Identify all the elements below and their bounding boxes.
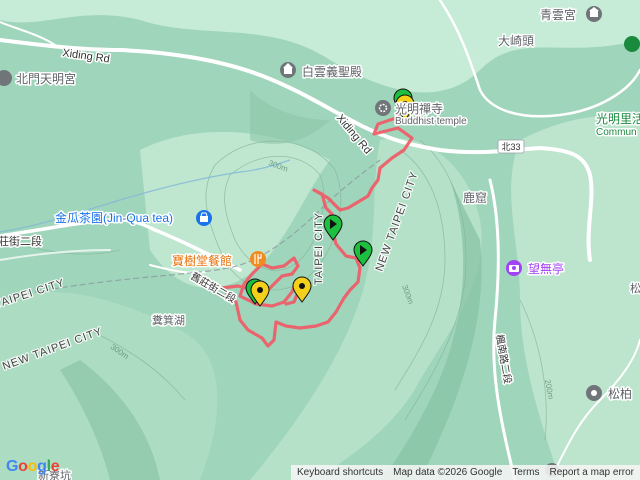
label-jiuzhuang-west: 莊街二段: [0, 234, 42, 248]
label-taipei-vertical: TAIPEI CITY: [313, 212, 325, 285]
pavilion-icon[interactable]: [506, 260, 522, 276]
guangming-temple-icon[interactable]: [375, 100, 391, 116]
keyboard-shortcuts-link[interactable]: Keyboard shortcuts: [297, 467, 383, 478]
label-jingua-tea: 金瓜茶園(Jin-Qua tea): [55, 210, 173, 225]
map-data-attribution: Map data ©2026 Google: [393, 467, 503, 478]
label-luku: 鹿窟: [463, 190, 487, 205]
report-error-link[interactable]: Report a map error: [550, 467, 634, 478]
label-community: Commun: [596, 127, 637, 138]
label-jipinhu: 糞箕湖: [152, 313, 185, 327]
label-baiyun: 白雲義聖殿: [302, 64, 362, 79]
label-qingyun: 青雲宮: [540, 7, 576, 22]
label-song-right: 松: [630, 281, 640, 295]
songbai-poi-icon[interactable]: [586, 385, 602, 401]
label-songbai: 松柏: [608, 386, 632, 401]
baiyun-temple-icon[interactable]: [280, 62, 296, 78]
label-daqitou: 大崎頭: [498, 34, 534, 48]
label-guangming: 光明禪寺: [395, 101, 443, 116]
community-icon[interactable]: [624, 36, 640, 52]
terms-link[interactable]: Terms: [512, 467, 539, 478]
route-shield-bei33: 北33: [497, 139, 525, 154]
qingyun-temple-icon[interactable]: [586, 6, 602, 22]
terrain-map[interactable]: 北33 青雲宮 大崎頭 Xiding Rd 北門天明宮 白雲義聖殿 光明禪寺 B…: [0, 0, 640, 480]
label-beimen: 北門天明宮: [16, 71, 76, 86]
jingua-tea-icon[interactable]: [196, 210, 212, 226]
label-buddhist: Buddhist temple: [395, 116, 467, 127]
label-restaurant: 寶樹堂餐館: [172, 253, 232, 268]
svg-text:北33: 北33: [501, 142, 520, 152]
google-logo[interactable]: Google: [6, 458, 60, 476]
restaurant-icon[interactable]: [250, 251, 266, 267]
map-footer: Keyboard shortcuts Map data ©2026 Google…: [290, 465, 640, 480]
label-wangwu: 望無亭: [528, 261, 564, 276]
label-guangming-li: 光明里活: [596, 112, 640, 126]
